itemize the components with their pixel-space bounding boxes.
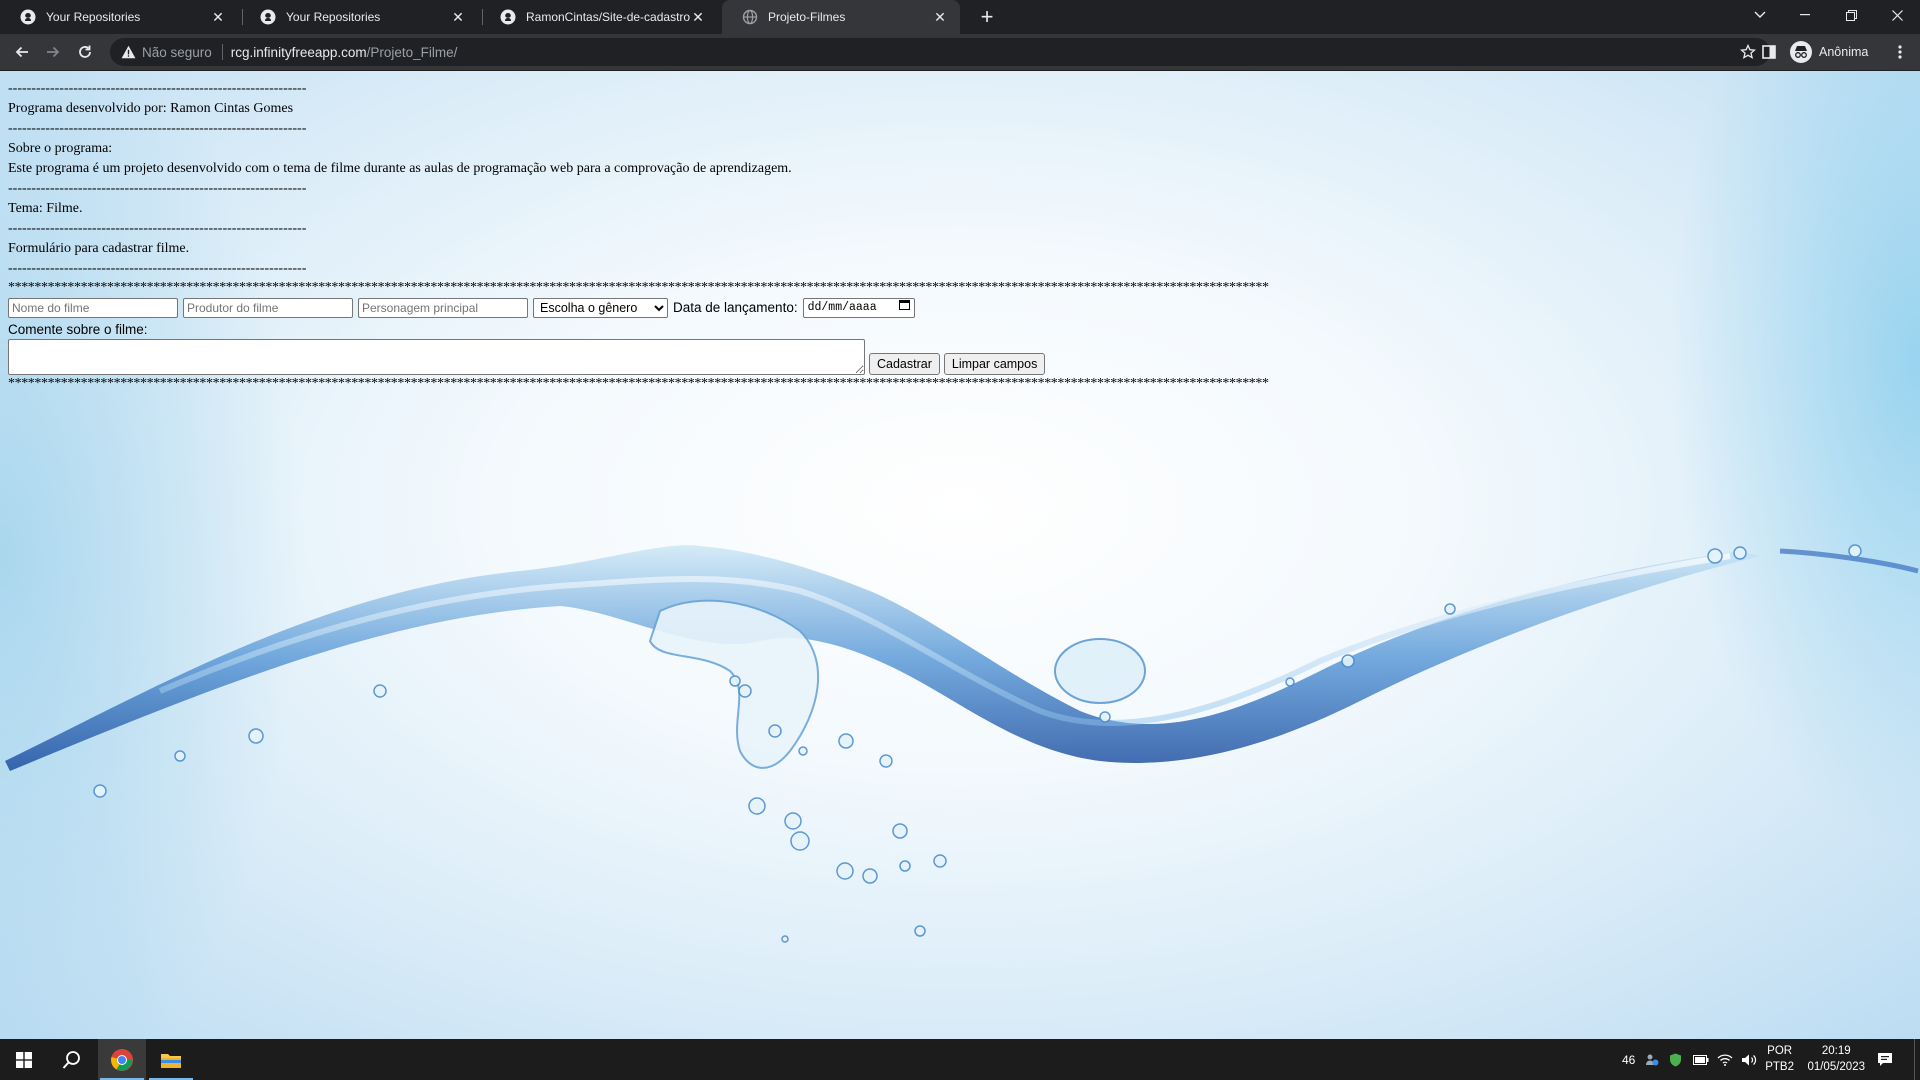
weather-temperature[interactable]: 46 [1622,1039,1635,1080]
warning-triangle-icon[interactable] [120,44,136,60]
comment-textarea[interactable] [8,339,865,375]
comment-row: Cadastrar Limpar campos [8,339,1269,375]
separator-dashes: ----------------------------------------… [8,81,307,96]
clock-time: 20:19 [1821,1045,1851,1057]
incognito-icon [1790,41,1812,63]
restore-icon[interactable] [1828,0,1874,30]
github-icon [500,9,516,25]
system-clock[interactable]: 20:19 01/05/2023 [1807,1043,1865,1075]
language-code: POR [1767,1045,1793,1057]
tab-your-repositories-2[interactable]: Your Repositories ✕ [240,0,478,34]
back-arrow-icon[interactable] [10,40,34,64]
windows-taskbar: 46 POR PTB2 20:19 01/05/2023 [0,1039,1920,1080]
about-heading: Sobre o programa: [8,141,113,156]
battery-icon[interactable] [1693,1039,1709,1080]
wifi-icon[interactable] [1717,1039,1733,1080]
shield-icon[interactable] [1669,1039,1682,1080]
comment-label: Comente sobre o filme: [8,322,148,337]
calendar-icon[interactable] [898,298,910,318]
separator-stars: ****************************************… [8,280,1269,295]
submit-button[interactable]: Cadastrar [869,353,940,375]
close-icon[interactable]: ✕ [450,9,466,25]
movie-form-row: Escolha o gênero Data de lançamento: dd/… [8,298,1269,318]
tab-title: Your Repositories [286,10,381,24]
page-content: ----------------------------------------… [8,79,1269,393]
kebab-menu-icon[interactable] [1888,40,1912,64]
notifications-icon[interactable] [1877,1039,1893,1080]
input-language-indicator[interactable]: POR PTB2 [1765,1043,1794,1075]
movie-name-input[interactable] [8,298,178,318]
reload-icon[interactable] [73,40,97,64]
search-icon[interactable] [48,1039,96,1080]
forward-arrow-icon[interactable] [41,40,65,64]
release-date-label: Data de lançamento: [673,300,798,315]
speaker-icon[interactable] [1741,1039,1757,1080]
separator-dashes: ----------------------------------------… [8,221,307,236]
tab-title: Projeto-Filmes [768,10,846,24]
separator-dashes: ----------------------------------------… [8,181,307,196]
developer-credit: Programa desenvolvido por: Ramon Cintas … [8,101,294,116]
url-host[interactable]: rcg.infinityfreeapp.com [231,45,367,60]
bookmark-star-icon[interactable] [1739,43,1757,60]
separator-dashes: ----------------------------------------… [8,121,307,136]
profile-label: Anônima [1819,45,1869,59]
separator-stars: ****************************************… [8,376,1269,391]
omnibox-divider [221,44,223,60]
keyboard-layout: PTB2 [1765,1061,1794,1073]
release-date-input[interactable]: dd/mm/aaaa [802,298,915,318]
tab-title: RamonCintas/Site-de-cadastro-d [526,10,690,24]
tab-title: Your Repositories [46,10,141,24]
page-viewport: ----------------------------------------… [0,71,1920,1039]
security-label[interactable]: Não seguro [142,45,212,60]
tab-search-chevron-icon[interactable] [1737,0,1783,30]
minimize-icon[interactable] [1782,0,1828,30]
date-placeholder: dd/mm/aaaa [807,301,877,314]
github-icon [260,9,276,25]
clear-fields-button[interactable]: Limpar campos [943,353,1046,375]
chrome-taskbar-icon[interactable] [98,1039,146,1080]
tab-github-repo[interactable]: RamonCintas/Site-de-cadastro-d ✕ [480,0,718,34]
show-desktop-button[interactable] [1914,1039,1920,1080]
window-close-icon[interactable] [1874,0,1920,30]
theme-text: Tema: Filme. [8,201,83,216]
separator-dashes: ----------------------------------------… [8,261,307,276]
tab-projeto-filmes[interactable]: Projeto-Filmes ✕ [722,0,960,34]
browser-toolbar: Não seguro rcg.infinityfreeapp.com/Proje… [0,34,1920,71]
github-icon [20,9,36,25]
about-text: Este programa é um projeto desenvolvido … [8,161,792,176]
close-icon[interactable]: ✕ [210,9,226,25]
windows-start-icon[interactable] [0,1039,48,1080]
url-path[interactable]: /Projeto_Filme/ [367,45,458,60]
clock-date: 01/05/2023 [1807,1061,1865,1073]
tab-strip: Your Repositories ✕ Your Repositories ✕ … [0,0,1920,34]
form-title: Formulário para cadastrar filme. [8,241,190,256]
genre-select[interactable]: Escolha o gênero [533,298,668,318]
incognito-profile-button[interactable]: Anônima [1790,38,1868,66]
producer-input[interactable] [183,298,353,318]
network-people-icon[interactable] [1645,1039,1659,1080]
tab-your-repositories-1[interactable]: Your Repositories ✕ [0,0,238,34]
globe-icon [742,9,758,25]
file-explorer-icon[interactable] [147,1039,195,1080]
side-panel-icon[interactable] [1757,40,1781,64]
new-tab-plus-icon[interactable]: + [977,4,997,29]
address-bar[interactable]: Não seguro rcg.infinityfreeapp.com/Proje… [110,38,1770,66]
close-icon[interactable]: ✕ [690,9,706,25]
main-character-input[interactable] [358,298,528,318]
close-icon[interactable]: ✕ [932,9,948,25]
